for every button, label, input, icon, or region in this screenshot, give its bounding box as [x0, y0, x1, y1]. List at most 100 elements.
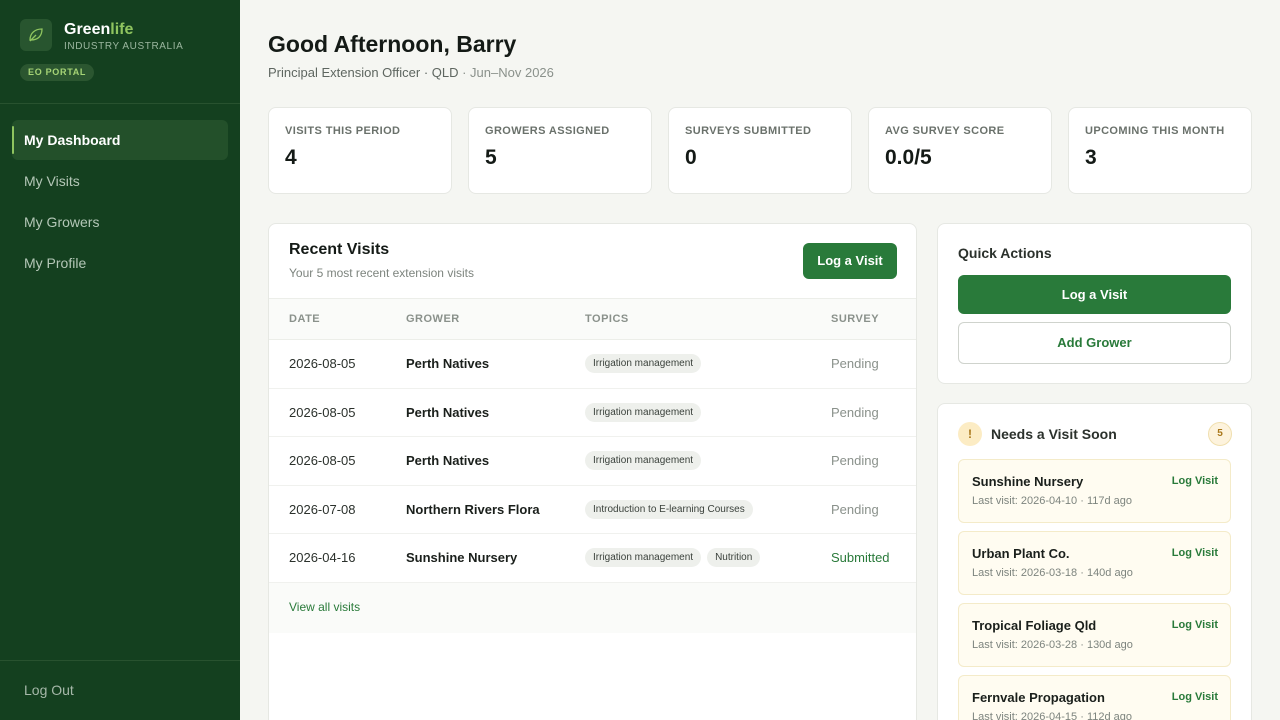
quick-actions-card: Quick Actions Log a Visit Add Grower	[937, 223, 1252, 384]
column-header-survey: SURVEY	[831, 313, 880, 325]
survey-status: Pending	[831, 404, 879, 420]
visit-grower: Perth Natives	[406, 356, 490, 371]
stat-card-avg-score: AVG SURVEY SCORE 0.0/5	[868, 107, 1052, 194]
log-visit-button[interactable]: Log a Visit	[803, 243, 897, 279]
add-grower-button[interactable]: Add Grower	[958, 322, 1231, 364]
role-text: Principal Extension Officer · QLD	[268, 65, 459, 80]
brand: Greenlife INDUSTRY AUSTRALIA	[20, 19, 183, 53]
nav-item-my-profile[interactable]: My Profile	[12, 243, 228, 283]
stat-label: GROWERS ASSIGNED	[485, 125, 610, 137]
stat-card-surveys: SURVEYS SUBMITTED 0	[668, 107, 852, 194]
table-row[interactable]: 2026-08-05 Perth Natives Irrigation mana…	[269, 437, 916, 486]
leaf-icon	[20, 19, 52, 51]
last-visit-text: Last visit: 2026-04-10 · 117d ago	[972, 495, 1133, 507]
recent-visits-card: Recent Visits Your 5 most recent extensi…	[268, 223, 917, 720]
table-row[interactable]: 2026-07-08 Northern Rivers Flora Introdu…	[269, 486, 916, 535]
survey-status: Submitted	[831, 550, 890, 566]
visit-grower: Perth Natives	[406, 404, 490, 420]
recent-visits-title: Recent Visits	[289, 241, 390, 258]
list-item: Fernvale Propagation Last visit: 2026-04…	[958, 675, 1231, 720]
table-header: DATE GROWER TOPICS SURVEY	[269, 298, 916, 340]
grower-name: Urban Plant Co.	[972, 546, 1070, 561]
survey-status: Pending	[831, 453, 879, 469]
table-row[interactable]: 2026-04-16 Sunshine Nursery Irrigation m…	[269, 534, 916, 583]
stat-label: AVG SURVEY SCORE	[885, 125, 1005, 137]
brand-subtitle: INDUSTRY AUSTRALIA	[64, 41, 184, 52]
needs-visit-count-badge: 5	[1208, 422, 1232, 446]
grower-name: Sunshine Nursery	[972, 474, 1084, 489]
visit-date: 2026-07-08	[289, 501, 356, 517]
visit-date: 2026-08-05	[289, 453, 356, 469]
nav-item-my-growers[interactable]: My Growers	[12, 202, 228, 242]
visit-date: 2026-08-05	[289, 404, 356, 420]
survey-status: Pending	[831, 356, 879, 371]
needs-visit-title: Needs a Visit Soon	[991, 426, 1117, 442]
recent-visits-subtitle: Your 5 most recent extension visits	[289, 266, 474, 280]
visit-topics: Irrigation management	[585, 402, 702, 422]
quick-log-visit-button[interactable]: Log a Visit	[958, 275, 1231, 314]
visit-grower: Sunshine Nursery	[406, 550, 518, 566]
topic-tag: Irrigation management	[585, 354, 702, 373]
log-visit-link[interactable]: Log Visit	[1172, 475, 1218, 487]
last-visit-text: Last visit: 2026-03-18 · 140d ago	[972, 567, 1133, 579]
logout-link[interactable]: Log Out	[24, 682, 74, 698]
needs-visit-card: ! Needs a Visit Soon 5 Sunshine Nursery …	[937, 403, 1252, 720]
last-visit-text: Last visit: 2026-04-15 · 112d ago	[972, 711, 1133, 720]
log-visit-link[interactable]: Log Visit	[1172, 691, 1218, 703]
portal-badge: EO PORTAL	[20, 64, 95, 81]
survey-status: Pending	[831, 501, 879, 517]
table-row[interactable]: 2026-08-05 Perth Natives Irrigation mana…	[269, 340, 916, 389]
view-all-visits-link[interactable]: View all visits	[289, 600, 360, 614]
visits-table-body: 2026-08-05 Perth Natives Irrigation mana…	[269, 340, 916, 583]
topic-tag: Irrigation management	[585, 402, 702, 422]
nav-item-my-visits[interactable]: My Visits	[12, 161, 228, 201]
brand-name: Greenlife	[64, 21, 183, 39]
table-row[interactable]: 2026-08-05 Perth Natives Irrigation mana…	[269, 389, 916, 438]
stat-value: 0.0/5	[885, 146, 932, 169]
visit-topics: Irrigation management Nutrition	[585, 548, 761, 568]
topic-tag: Irrigation management	[585, 451, 702, 471]
warning-icon: !	[958, 422, 982, 446]
grower-name: Fernvale Propagation	[972, 690, 1105, 705]
list-item: Urban Plant Co. Last visit: 2026-03-18 ·…	[958, 531, 1231, 595]
stat-card-upcoming: UPCOMING THIS MONTH 3	[1068, 107, 1252, 194]
stat-card-visits: VISITS THIS PERIOD 4	[268, 107, 452, 194]
topic-tag: Introduction to E-learning Courses	[585, 499, 753, 519]
visit-grower: Northern Rivers Flora	[406, 501, 540, 517]
brand-name-part1: Green	[64, 21, 111, 38]
stat-card-growers: GROWERS ASSIGNED 5	[468, 107, 652, 194]
visit-date: 2026-08-05	[289, 356, 356, 371]
table-footer: View all visits	[269, 583, 916, 633]
topic-tag: Nutrition	[707, 548, 761, 568]
list-item: Sunshine Nursery Last visit: 2026-04-10 …	[958, 459, 1231, 523]
needs-visit-list: Sunshine Nursery Last visit: 2026-04-10 …	[958, 459, 1231, 720]
grower-name: Tropical Foliage Qld	[972, 618, 1097, 633]
visit-grower: Perth Natives	[406, 453, 490, 469]
stat-value: 3	[1085, 146, 1097, 169]
quick-actions-title: Quick Actions	[958, 245, 1052, 261]
topic-tag: Irrigation management	[585, 548, 702, 568]
brand-name-part2: life	[110, 21, 134, 38]
stats-row: VISITS THIS PERIOD 4 GROWERS ASSIGNED 5 …	[268, 107, 1252, 194]
visit-topics: Introduction to E-learning Courses	[585, 499, 753, 519]
visit-topics: Irrigation management	[585, 354, 702, 373]
column-header-date: DATE	[289, 313, 321, 325]
period-text: · Jun–Nov 2026	[458, 65, 554, 80]
sidebar-divider	[0, 103, 240, 104]
log-visit-link[interactable]: Log Visit	[1172, 619, 1218, 631]
visit-topics: Irrigation management	[585, 451, 702, 471]
list-item: Tropical Foliage Qld Last visit: 2026-03…	[958, 603, 1231, 667]
column-header-topics: TOPICS	[585, 313, 629, 325]
stat-label: SURVEYS SUBMITTED	[685, 125, 812, 137]
stat-label: UPCOMING THIS MONTH	[1085, 125, 1225, 137]
stat-value: 4	[285, 146, 297, 169]
stat-value: 0	[685, 146, 697, 169]
nav-item-my-dashboard[interactable]: My Dashboard	[12, 120, 228, 160]
log-visit-link[interactable]: Log Visit	[1172, 547, 1218, 559]
visit-date: 2026-04-16	[289, 550, 356, 566]
sidebar-bottom-divider	[0, 660, 240, 661]
sidebar: Greenlife INDUSTRY AUSTRALIA EO PORTAL M…	[0, 0, 240, 720]
sidebar-nav: My Dashboard My Visits My Growers My Pro…	[12, 120, 228, 284]
stat-label: VISITS THIS PERIOD	[285, 125, 401, 137]
column-header-grower: GROWER	[406, 313, 460, 325]
